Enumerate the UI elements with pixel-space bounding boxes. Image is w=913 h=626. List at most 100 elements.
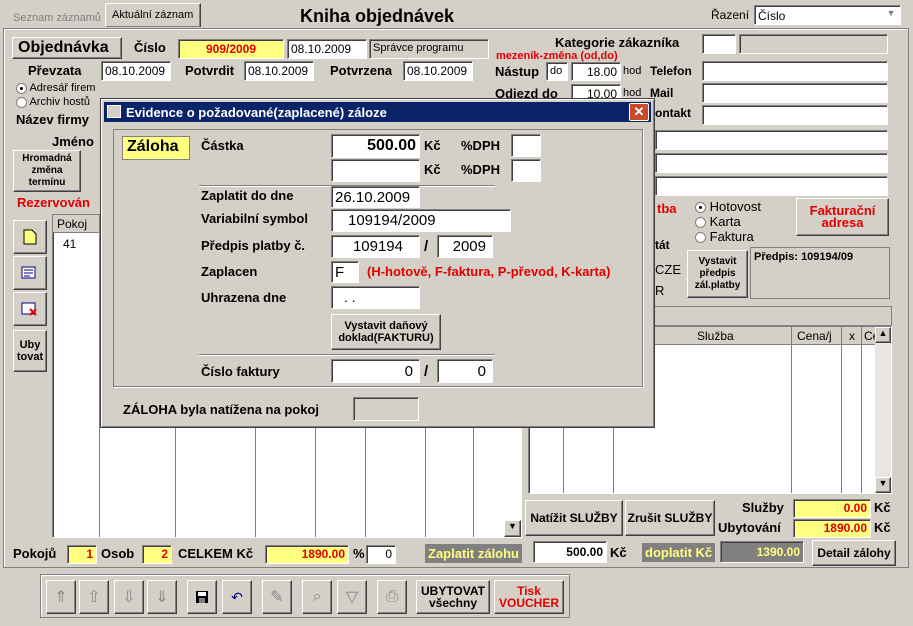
scroll-down-icon[interactable]: ▼ — [504, 520, 521, 537]
confirm-label: Potvrdit — [185, 63, 235, 78]
save-icon[interactable] — [187, 580, 217, 614]
arrival-time[interactable]: 18.00 — [571, 62, 621, 81]
accommodate-button[interactable]: Uby tovat — [13, 330, 47, 372]
pay-cash-radio[interactable]: Hotovost — [695, 199, 761, 214]
taken-date[interactable]: 08.10.2009 — [101, 61, 171, 81]
address-field-3[interactable] — [655, 176, 888, 196]
payment-label: tba — [657, 201, 677, 216]
prescript-number[interactable]: 109194 — [331, 235, 420, 258]
rooms-count: 1 — [67, 545, 97, 564]
change-term-button[interactable]: Hromadná změna termínu — [13, 150, 81, 192]
next-record-icon[interactable]: ⇩ — [114, 580, 144, 614]
delete-icon[interactable] — [13, 292, 47, 326]
room-note-field — [353, 397, 419, 421]
deposit-detail-button[interactable]: Detail zálohy — [812, 540, 896, 566]
chevron-down-icon[interactable]: ▼ — [884, 8, 898, 22]
accommodate-all-button[interactable]: UBYTOVAT všechny — [416, 580, 490, 614]
order-number[interactable]: 909/2009 — [178, 39, 284, 59]
last-record-icon[interactable]: ⇓ — [147, 580, 177, 614]
amount-label: Částka — [201, 138, 244, 153]
issue-tax-document-button[interactable]: Vystavit daňový doklad(FAKTURU) — [331, 314, 441, 350]
vat-label: %DPH — [461, 138, 501, 153]
vat-field[interactable] — [511, 134, 541, 157]
radio-company[interactable]: Adresář firem — [16, 82, 95, 94]
close-icon[interactable]: ✕ — [629, 103, 649, 121]
remaining-label: doplatit Kč — [642, 543, 716, 562]
prescript-box: Předpis: 109194/09 — [750, 247, 890, 299]
pay-cash-label: Hotovost — [709, 199, 761, 214]
invoice-label: Číslo faktury — [201, 364, 280, 379]
tab-current-record[interactable]: Aktuální záznam — [105, 3, 201, 27]
apply-services-button[interactable]: Natížit SLUŽBY — [525, 500, 623, 536]
sort-value: Číslo — [758, 9, 786, 23]
radio-on-icon — [695, 202, 706, 214]
accommodation-currency: Kč — [874, 520, 891, 535]
vat-field-2[interactable] — [511, 159, 541, 182]
order-date[interactable]: 08.10.2009 — [287, 39, 367, 59]
contact-field[interactable] — [702, 105, 888, 125]
billing-address-button[interactable]: Fakturační adresa — [796, 198, 889, 236]
confirm-date[interactable]: 08.10.2009 — [244, 61, 314, 81]
app-icon — [107, 105, 121, 118]
undo-icon[interactable]: ↶ — [222, 580, 252, 614]
reserved-label: Rezervován — [17, 195, 90, 210]
issue-prepayment-button[interactable]: Vystavit předpis zál.platby — [687, 250, 748, 298]
deposit-currency: Kč — [610, 545, 627, 560]
pay-by-label: Zaplatit do dne — [201, 188, 294, 203]
paid-code-field[interactable]: F — [331, 261, 359, 283]
confirmed-date[interactable]: 08.10.2009 — [403, 61, 473, 81]
contact-label: ontakt — [655, 106, 691, 120]
mail-field[interactable] — [702, 83, 888, 103]
state-label: tát — [655, 238, 670, 252]
scroll-up-icon[interactable]: ▲ — [875, 327, 891, 343]
amount-field-2[interactable] — [331, 159, 420, 182]
invoice-year[interactable]: 0 — [437, 359, 493, 383]
scroll-down-icon[interactable]: ▼ — [875, 477, 891, 493]
cancel-services-button[interactable]: Zrušit SLUŽBY — [625, 500, 715, 536]
category-desc — [739, 34, 888, 54]
accommodation-label: Ubytování — [718, 520, 781, 535]
order-section: Objednávka — [12, 37, 122, 59]
pay-deposit-label: Zaplatit zálohu — [425, 544, 522, 563]
col-service: Služba — [697, 329, 734, 343]
delete-record-icon[interactable]: ✎ — [262, 580, 292, 614]
total-value: 1890.00 — [265, 545, 349, 564]
phone-field[interactable] — [702, 61, 888, 81]
arrival-prefix[interactable]: do — [546, 62, 568, 81]
remaining-value: 1390.00 — [720, 541, 804, 563]
room-note: ZÁLOHA byla natížena na pokoj — [123, 402, 319, 417]
phone-label: Telefon — [650, 64, 692, 78]
pay-by-field[interactable]: 26.10.2009 — [331, 186, 420, 208]
settled-field[interactable]: . . — [331, 286, 420, 309]
country-value: CZE — [655, 262, 681, 277]
prev-record-icon[interactable]: ⇧ — [79, 580, 109, 614]
company-label: Název firmy — [16, 112, 89, 127]
radio-archive[interactable]: Archiv hostů — [16, 96, 90, 108]
first-record-icon[interactable]: ⇑ — [46, 580, 76, 614]
var-symbol-field[interactable]: 109194/2009 — [331, 209, 511, 232]
address-field-2[interactable] — [655, 153, 888, 173]
services-scrollbar[interactable] — [875, 327, 891, 493]
sort-label: Řazení — [711, 8, 750, 22]
address-field-1[interactable] — [655, 130, 888, 150]
edit-icon[interactable] — [13, 256, 47, 290]
pay-invoice-radio[interactable]: Faktura — [695, 229, 754, 244]
new-icon[interactable] — [13, 220, 47, 254]
invoice-number[interactable]: 0 — [331, 359, 420, 383]
filter-icon[interactable]: ▽ — [337, 580, 367, 614]
deposit-value[interactable]: 500.00 — [533, 541, 607, 563]
discount-field[interactable]: 0 — [366, 545, 396, 564]
find-icon[interactable]: ⌕ — [302, 580, 332, 614]
name-label: Jméno — [52, 134, 94, 149]
print-icon[interactable]: ⎙ — [377, 580, 407, 614]
sort-select[interactable]: Číslo ▼ — [754, 5, 901, 25]
category-field[interactable] — [702, 34, 736, 54]
amount-field[interactable]: 500.00 — [331, 134, 420, 158]
print-voucher-button[interactable]: Tisk VOUCHER — [494, 580, 564, 614]
tab-list[interactable]: Seznam záznamů — [7, 6, 103, 28]
rooms-label: Pokojů — [13, 546, 57, 561]
prescript-year[interactable]: 2009 — [437, 235, 493, 258]
pay-card-radio[interactable]: Karta — [695, 214, 741, 229]
people-label: Osob — [101, 546, 135, 561]
interval-note: mezeník-změna (od,do) — [496, 50, 618, 62]
